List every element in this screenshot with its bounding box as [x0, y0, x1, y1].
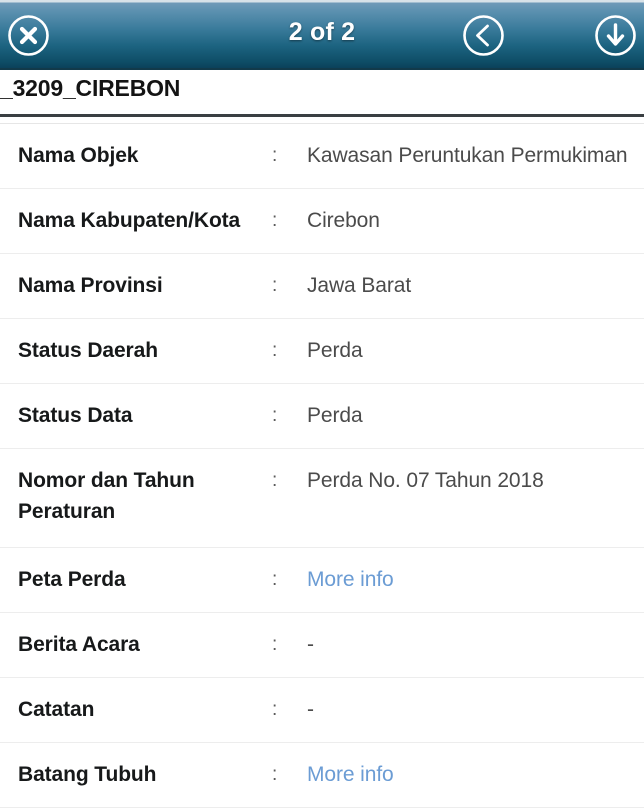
attribute-label: Nama Objek	[18, 144, 139, 167]
document-title-area: _3209_CIREBON	[0, 70, 644, 114]
table-row: Berita Acara: -	[0, 613, 644, 678]
attribute-value: -	[307, 698, 314, 721]
table-row: Peta Perda: More info	[0, 548, 644, 613]
table-row: Status Daerah: Perda	[0, 319, 644, 384]
attribute-colon: :	[272, 699, 278, 720]
app-header: 2 of 2	[0, 0, 644, 70]
attribute-colon: :	[272, 634, 278, 655]
title-divider	[0, 114, 644, 117]
attribute-colon: :	[272, 210, 278, 231]
attribute-colon: :	[272, 275, 278, 296]
attribute-colon: :	[272, 340, 278, 361]
attribute-colon: :	[272, 145, 278, 166]
attribute-value: -	[307, 633, 314, 656]
attribute-value: Jawa Barat	[307, 274, 412, 297]
attribute-value: Perda	[307, 404, 363, 427]
table-row: Catatan: -	[0, 678, 644, 743]
attribute-label: Batang Tubuh	[18, 763, 157, 786]
attribute-label: Berita Acara	[18, 633, 140, 656]
more-info-link[interactable]: More info	[307, 759, 644, 790]
chevron-left-circle-icon[interactable]	[460, 12, 507, 59]
attribute-colon: :	[272, 569, 278, 590]
table-row: Batang Tubuh: More info	[0, 743, 644, 808]
attribute-label: Peta Perda	[18, 568, 126, 591]
page-counter: 2 of 2	[288, 18, 356, 46]
attribute-label: Status Daerah	[18, 339, 158, 362]
attribute-label: Nomor dan Tahun Peraturan	[18, 469, 195, 523]
page-title: _3209_CIREBON	[0, 75, 181, 101]
attribute-value: Cirebon	[307, 209, 380, 232]
attribute-value: Perda	[307, 339, 363, 362]
download-icon[interactable]	[592, 12, 639, 59]
attribute-label: Catatan	[18, 698, 95, 721]
attribute-label: Nama Kabupaten/Kota	[18, 209, 241, 232]
attribute-value: Perda No. 07 Tahun 2018	[307, 469, 544, 492]
table-row: Status Data: Perda	[0, 384, 644, 449]
attribute-value: Kawasan Peruntukan Permukiman	[307, 144, 628, 167]
attribute-label: Status Data	[18, 404, 133, 427]
table-row: Nomor dan Tahun Peraturan: Perda No. 07 T…	[0, 449, 644, 548]
more-info-link[interactable]: More info	[307, 564, 644, 595]
table-row: Nama Provinsi: Jawa Barat	[0, 254, 644, 319]
table-row: Nama Objek: Kawasan Peruntukan Permukiman	[0, 124, 644, 189]
attribute-colon: :	[272, 764, 278, 785]
attribute-label: Nama Provinsi	[18, 274, 163, 297]
attribute-colon: :	[272, 470, 278, 491]
attribute-table: Nama Objek: Kawasan Peruntukan Permukiman…	[0, 124, 644, 808]
table-row: Nama Kabupaten/Kota: Cirebon	[0, 189, 644, 254]
attribute-colon: :	[272, 405, 278, 426]
